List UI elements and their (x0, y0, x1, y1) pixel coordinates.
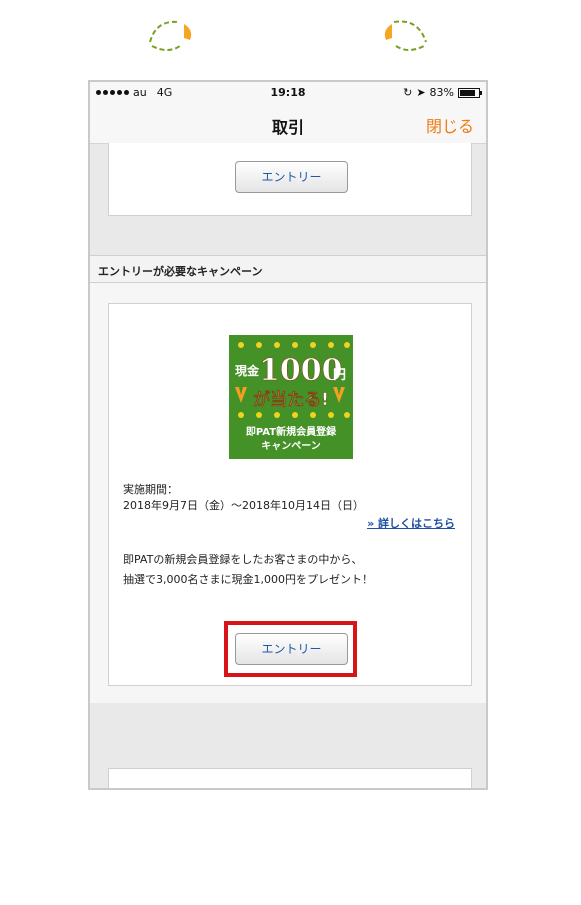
close-button[interactable]: 閉じる (426, 113, 474, 137)
entry-button[interactable]: エントリー (235, 633, 348, 665)
decorative-arc-right (384, 20, 427, 51)
banner-line3: 即PAT新規会員登録 (246, 425, 337, 438)
banner-yen: 円 (333, 368, 346, 383)
campaign-description-line2: 抽選で3,000名さまに現金1,000円をプレゼント！ (123, 573, 373, 586)
campaign-description-line1: 即PATの新規会員登録をしたお客さまの中から、 (123, 553, 363, 566)
phone-screen: au 4G 19:18 ↻ ➤ 83% 取引 閉じる エントリー エントリーが必… (88, 80, 488, 790)
battery-percent: 83% (429, 86, 454, 99)
location-arrow-icon: ➤ (416, 86, 426, 99)
campaign-card: 現金 1000 円 が当たる! 即PAT新規会員登録 キャンペーン 実施期間： … (108, 303, 472, 686)
status-bar: au 4G 19:18 ↻ ➤ 83% (90, 82, 486, 104)
campaign-banner[interactable]: 現金 1000 円 が当たる! 即PAT新規会員登録 キャンペーン (229, 335, 353, 459)
decorative-arc-left (149, 20, 192, 51)
entry-button-previous[interactable]: エントリー (235, 161, 348, 193)
banner-amount: 1000 (259, 353, 343, 388)
section-header: エントリーが必要なキャンペーン (90, 255, 486, 283)
banner-line4: キャンペーン (261, 440, 321, 452)
period-label: 実施期間： (123, 483, 178, 496)
campaign-card-previous: エントリー (108, 143, 472, 216)
section-body: 現金 1000 円 が当たる! 即PAT新規会員登録 キャンペーン 実施期間： … (90, 283, 486, 703)
banner-line2: が当たる! (253, 389, 329, 410)
campaign-period: 2018年9月7日（金）～2018年10月14日（日） (123, 499, 364, 512)
campaign-card-next (108, 768, 472, 790)
banner-prefix: 現金 (235, 363, 260, 378)
rotation-lock-icon: ↻ (403, 86, 413, 99)
details-link[interactable]: » 詳しくはこちら (367, 515, 455, 531)
battery-icon (458, 87, 482, 98)
scroll-content[interactable]: エントリー エントリーが必要なキャンペーン 現金 1000 円 が当たる! 即P… (90, 143, 486, 790)
campaign-card-next-inner (125, 788, 457, 790)
nav-bar: 取引 閉じる (90, 104, 486, 144)
